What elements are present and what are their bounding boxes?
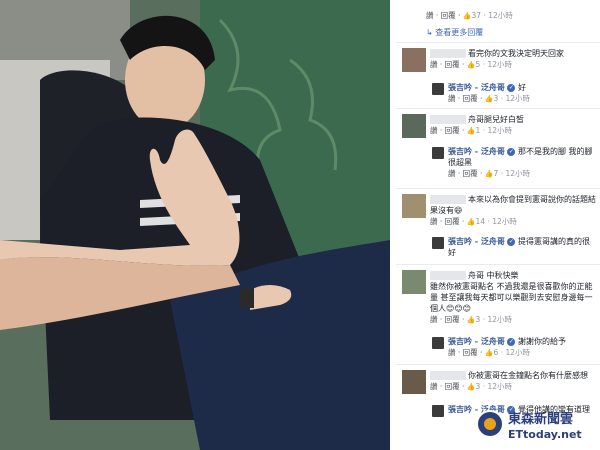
ettoday-watermark: 東森新聞雲 ETtoday.net (476, 406, 596, 446)
reply-author[interactable]: 張吉吟 - 泛舟哥 (448, 237, 505, 246)
thumbs-up-icon: 👍 (462, 12, 472, 20)
avatar[interactable] (432, 147, 444, 159)
photo-illustration (0, 0, 390, 450)
thumbs-up-icon: 👍 (484, 349, 494, 357)
thumbs-up-icon: 👍 (466, 61, 476, 69)
emoji: 😄 (454, 206, 463, 215)
more-replies-link[interactable]: ↳ 查看更多回覆 (426, 27, 483, 38)
timestamp: · 12小時 (485, 217, 517, 226)
blurred-name (430, 371, 466, 380)
like-reply-links[interactable]: 讚 · 回覆 · (448, 94, 485, 103)
verified-icon: ✓ (507, 337, 516, 346)
avatar[interactable] (402, 370, 426, 394)
like-reply-links[interactable]: 讚 · 回覆 · (430, 60, 467, 69)
verified-icon: ✓ (507, 83, 516, 92)
thumbs-up-icon: 👍 (466, 218, 476, 226)
like-reply-links[interactable]: 讚 · 回覆 · (448, 348, 485, 357)
like-count: 37 (471, 11, 482, 20)
reply-author[interactable]: 張吉吟 - 泛舟哥 (448, 337, 505, 346)
separator (396, 364, 600, 365)
reply-arrow-icon: ↳ (426, 28, 436, 37)
emoji: 😊😊😊 (446, 304, 472, 313)
photo (0, 0, 390, 450)
avatar[interactable] (402, 48, 426, 72)
separator (396, 188, 600, 189)
thumbs-up-icon: 👍 (484, 95, 494, 103)
avatar[interactable] (432, 237, 444, 249)
ettoday-logo-icon (476, 410, 504, 438)
like-reply-links[interactable]: 讚 · 回覆 · (430, 126, 467, 135)
separator (396, 108, 600, 109)
timestamp: · 12小時 (480, 60, 513, 69)
comment-text: 看完你的文我決定明天回家 (468, 49, 564, 58)
avatar[interactable] (432, 405, 444, 417)
blurred-name (430, 49, 466, 58)
avatar[interactable] (402, 270, 426, 294)
like-reply-links[interactable]: 讚 · 回覆 · (430, 315, 467, 324)
like-reply-links[interactable]: 讚 · 回覆 · (430, 217, 467, 226)
thumbs-up-icon: 👍 (466, 127, 476, 135)
avatar[interactable] (402, 114, 426, 138)
separator (396, 42, 600, 43)
thumbs-up-icon: 👍 (484, 170, 494, 178)
more-replies-label: 查看更多回覆 (435, 28, 484, 37)
reply-author[interactable]: 張吉吟 - 泛舟哥 (448, 147, 505, 156)
like-count: 14 (475, 217, 486, 226)
verified-icon: ✓ (507, 147, 516, 156)
timestamp: · 12小時 (498, 94, 531, 103)
reply-text: 好 (517, 83, 526, 92)
timestamp: · 12小時 (498, 169, 531, 178)
comment-text: 你被憲哥在金鐘點名你有什麼感想 (468, 371, 588, 380)
timestamp: · 12小時 (480, 126, 513, 135)
blurred-name (430, 195, 466, 204)
timestamp: · 12小時 (480, 382, 513, 391)
like-reply-links[interactable]: 讚 · 回覆 · (448, 169, 485, 178)
thumbs-up-icon: 👍 (466, 383, 476, 391)
reply-author[interactable]: 張吉吟 - 泛舟哥 (448, 83, 505, 92)
reply-text: 謝謝你的給予 (517, 337, 566, 346)
verified-icon: ✓ (507, 237, 516, 246)
comments-panel: 讚 · 回覆 · 👍37 · 12小時 ↳ 查看更多回覆 看完你的文我決定明天回… (396, 0, 600, 450)
timestamp: · 12小時 (498, 348, 531, 357)
like-reply-links[interactable]: 讚 · 回覆 · (426, 11, 463, 20)
avatar[interactable] (432, 83, 444, 95)
watermark-title: 東森新聞雲 (508, 412, 574, 427)
timestamp: · 12小時 (480, 315, 513, 324)
avatar[interactable] (432, 337, 444, 349)
comment-prefix: 舟哥 中秋快樂 (468, 271, 519, 280)
watermark-url: ETtoday.net (508, 428, 582, 441)
blurred-name (430, 115, 466, 124)
thumbs-up-icon: 👍 (466, 316, 476, 324)
avatar[interactable] (402, 194, 426, 218)
comment-text: 舟哥腿兒好白皙 (468, 115, 524, 124)
like-reply-links[interactable]: 讚 · 回覆 · (430, 382, 467, 391)
separator (396, 264, 600, 265)
blurred-name (430, 271, 466, 280)
timestamp: · 12小時 (481, 11, 513, 20)
comment-meta: 讚 · 回覆 · 👍37 · 12小時 (426, 10, 513, 21)
